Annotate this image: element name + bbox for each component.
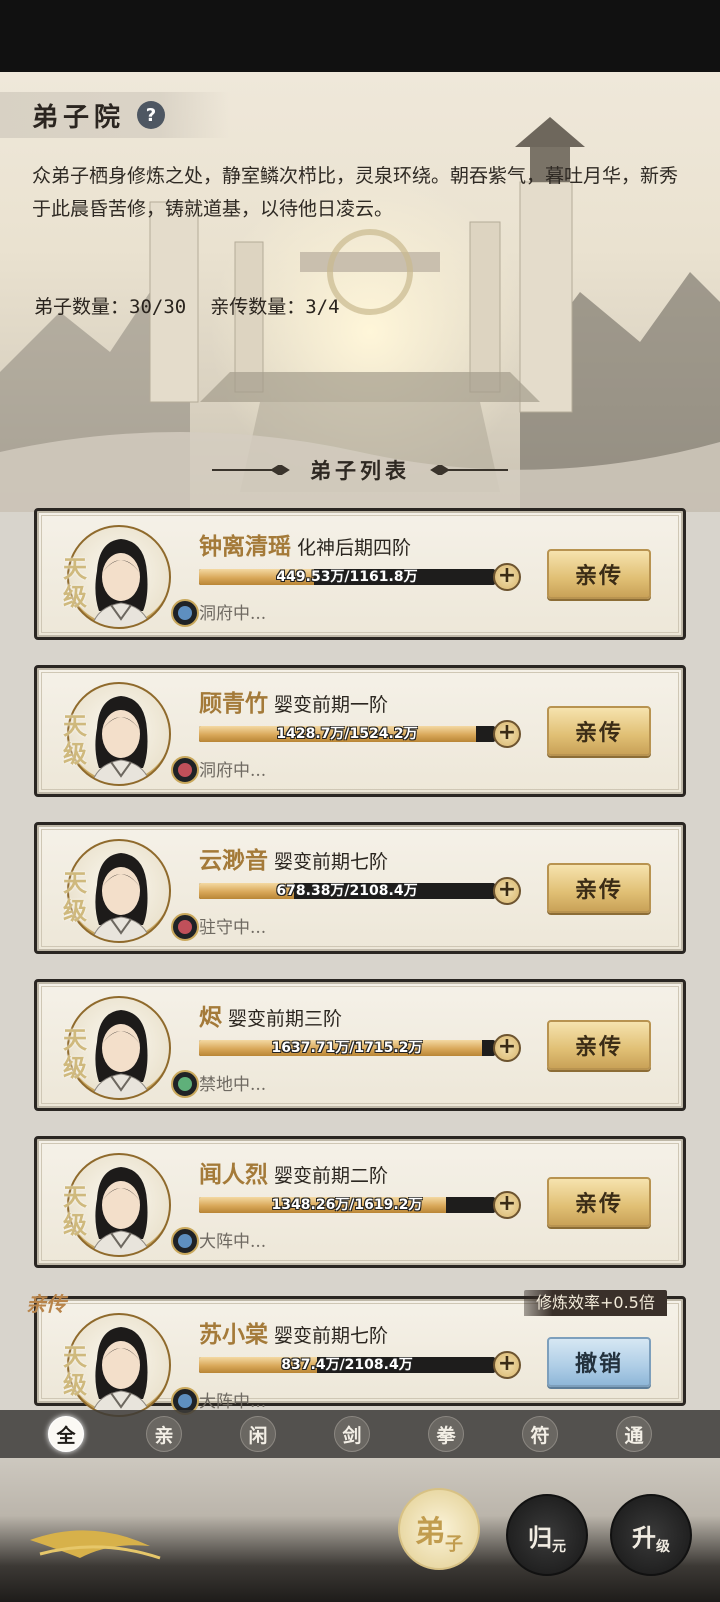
fist-icon	[171, 913, 199, 941]
direct-disciple-button[interactable]: 亲传	[547, 706, 651, 756]
nav-upgrade-button[interactable]: 升级	[610, 1494, 692, 1576]
disciple-location: 大阵中...	[199, 1232, 267, 1252]
cultivation-progress-bar: 1637.71万/1715.2万	[199, 1040, 495, 1056]
disciple-name: 烬	[199, 1004, 222, 1031]
filter-0[interactable]: 全	[48, 1416, 84, 1452]
efficiency-badge: 修炼效率+0.5倍	[524, 1290, 667, 1316]
list-title: 弟子列表	[310, 458, 410, 483]
disciple-rank: 婴变前期七阶	[274, 1325, 389, 1347]
disciple-location: 大阵中...	[199, 1392, 267, 1412]
filter-3[interactable]: 剑	[334, 1416, 370, 1452]
grade-label: 天级	[63, 1025, 87, 1082]
cultivation-progress-bar: 678.38万/2108.4万	[199, 883, 495, 899]
question-circle-icon[interactable]: ?	[137, 101, 166, 129]
swirl-icon	[171, 1070, 199, 1098]
plus-button[interactable]: +	[493, 720, 521, 748]
grade-label: 天级	[63, 554, 87, 611]
disciple-name: 云渺音	[199, 847, 268, 874]
disciple-count: 弟子数量：30/30	[34, 296, 187, 318]
filter-5[interactable]: 符	[522, 1416, 558, 1452]
cultivation-progress-bar: 1348.26万/1619.2万	[199, 1197, 495, 1213]
direct-count: 亲传数量：3/4	[210, 296, 340, 318]
disciple-rank: 婴变前期三阶	[228, 1008, 343, 1030]
disciple-rank: 婴变前期二阶	[274, 1165, 389, 1187]
description-text: 众弟子栖身修炼之处，静室鳞次栉比，灵泉环绕。朝吞紫气，暮吐月华，新秀于此晨昏苦修…	[32, 165, 679, 220]
filter-2[interactable]: 闲	[240, 1416, 276, 1452]
disciple-location: 驻守中...	[199, 918, 267, 938]
ornament-left-icon	[212, 465, 290, 475]
disciple-card[interactable]: 天级 顾青竹 婴变前期一阶 1428.7万/1524.2万 + 洞府中... 亲传	[34, 665, 686, 797]
plus-button[interactable]: +	[493, 877, 521, 905]
cultivation-progress-bar: 1428.7万/1524.2万	[199, 726, 495, 742]
disciple-name-row: 苏小棠 婴变前期七阶	[199, 1315, 388, 1349]
disciple-name-row: 云渺音 婴变前期七阶	[199, 841, 388, 875]
revoke-button[interactable]: 撤销	[547, 1337, 651, 1387]
progress-text: 678.38万/2108.4万	[276, 883, 418, 899]
disciple-card[interactable]: 天级 钟离清瑶 化神后期四阶 449.53万/1161.8万 + 洞府中... 亲…	[34, 508, 686, 640]
direct-disciple-button[interactable]: 亲传	[547, 549, 651, 599]
filter-bar: 全亲闲剑拳符通	[0, 1410, 720, 1458]
progress-text: 1428.7万/1524.2万	[276, 726, 418, 742]
disciple-name: 顾青竹	[199, 690, 268, 717]
filter-6[interactable]: 通	[616, 1416, 652, 1452]
nav-disciple-button[interactable]: 弟子	[398, 1488, 480, 1570]
ornament-right-icon	[430, 465, 508, 475]
disciple-name: 苏小棠	[199, 1321, 268, 1348]
list-header: 弟子列表	[0, 450, 720, 490]
page-title: 弟子院	[32, 102, 126, 133]
filter-1[interactable]: 亲	[146, 1416, 182, 1452]
grade-label: 天级	[63, 868, 87, 925]
direct-disciple-button[interactable]: 亲传	[547, 1177, 651, 1227]
disciple-rank: 婴变前期一阶	[274, 694, 389, 716]
disciple-rank: 婴变前期七阶	[274, 851, 389, 873]
plus-button[interactable]: +	[493, 1191, 521, 1219]
count-row: 弟子数量：30/30 亲传数量：3/4	[34, 292, 340, 319]
disciple-card[interactable]: 天级 闻人烈 婴变前期二阶 1348.26万/1619.2万 + 大阵中... 亲…	[34, 1136, 686, 1268]
direct-disciple-button[interactable]: 亲传	[547, 863, 651, 913]
filter-4[interactable]: 拳	[428, 1416, 464, 1452]
disciple-card[interactable]: 天级 云渺音 婴变前期七阶 678.38万/2108.4万 + 驻守中... 亲传	[34, 822, 686, 954]
page-title-bar: 弟子院 ?	[0, 92, 230, 138]
disciple-name: 钟离清瑶	[199, 533, 291, 560]
progress-text: 449.53万/1161.8万	[276, 569, 418, 585]
disciple-name-row: 钟离清瑶 化神后期四阶	[199, 527, 411, 561]
fist-icon	[171, 756, 199, 784]
cultivation-progress-bar: 837.4万/2108.4万	[199, 1357, 495, 1373]
grade-label: 天级	[63, 1182, 87, 1239]
water-wave-icon	[171, 599, 199, 627]
nav-return-button[interactable]: 归元	[506, 1494, 588, 1576]
disciple-location: 禁地中...	[199, 1075, 267, 1095]
cultivation-progress-bar: 449.53万/1161.8万	[199, 569, 495, 585]
disciple-card[interactable]: 天级 烬婴变前期三阶 1637.71万/1715.2万 + 禁地中... 亲传	[34, 979, 686, 1111]
disciple-name-row: 闻人烈 婴变前期二阶	[199, 1155, 388, 1189]
bottom-nav: 弟子 归元 升级	[0, 1458, 720, 1602]
disciple-location: 洞府中...	[199, 604, 267, 624]
disciple-location: 洞府中...	[199, 761, 267, 781]
plus-button[interactable]: +	[493, 563, 521, 591]
status-bar	[0, 0, 720, 72]
grade-label: 天级	[63, 711, 87, 768]
water-wave-icon	[171, 1227, 199, 1255]
grade-label: 天级	[63, 1342, 87, 1399]
plus-button[interactable]: +	[493, 1034, 521, 1062]
disciple-name-row: 烬婴变前期三阶	[199, 998, 342, 1032]
direct-disciple-tag: 亲传	[26, 1292, 66, 1316]
progress-text: 837.4万/2108.4万	[281, 1357, 413, 1373]
disciple-rank: 化神后期四阶	[297, 537, 412, 559]
progress-text: 1348.26万/1619.2万	[271, 1197, 423, 1213]
direct-disciple-button[interactable]: 亲传	[547, 1020, 651, 1070]
progress-text: 1637.71万/1715.2万	[271, 1040, 423, 1056]
disciple-name-row: 顾青竹 婴变前期一阶	[199, 684, 388, 718]
plus-button[interactable]: +	[493, 1351, 521, 1379]
disciple-name: 闻人烈	[199, 1161, 268, 1188]
